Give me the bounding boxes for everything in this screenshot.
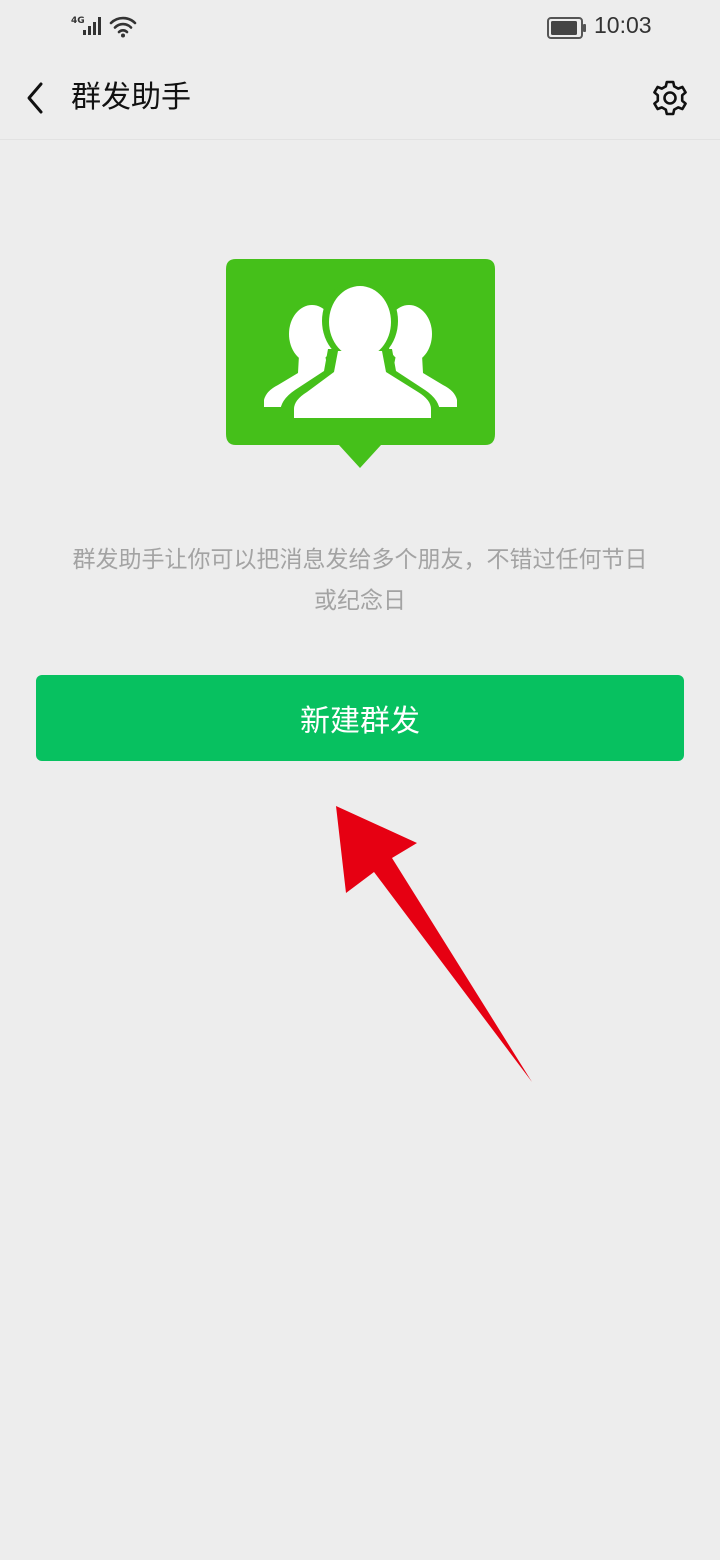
new-broadcast-button[interactable]: 新建群发	[36, 675, 684, 761]
intro-text-line-2: 或纪念日	[314, 588, 406, 614]
page-title: 群发助手	[71, 80, 191, 115]
group-chat-icon	[226, 259, 495, 468]
status-bar: 4G 10:03	[0, 0, 720, 56]
intro-text: 群发助手让你可以把消息发给多个朋友，不错过任何节日 或纪念日	[40, 540, 680, 622]
battery-icon	[547, 17, 586, 39]
chevron-left-icon[interactable]	[18, 78, 54, 118]
status-time: 10:03	[594, 12, 652, 38]
signal-icon	[83, 17, 101, 35]
red-arrow-icon	[336, 806, 532, 1082]
wifi-icon	[109, 16, 137, 38]
nav-bar: 群发助手	[0, 56, 720, 140]
gear-icon[interactable]	[648, 76, 692, 120]
intro-text-line-1: 群发助手让你可以把消息发给多个朋友，不错过任何节日	[72, 547, 648, 573]
